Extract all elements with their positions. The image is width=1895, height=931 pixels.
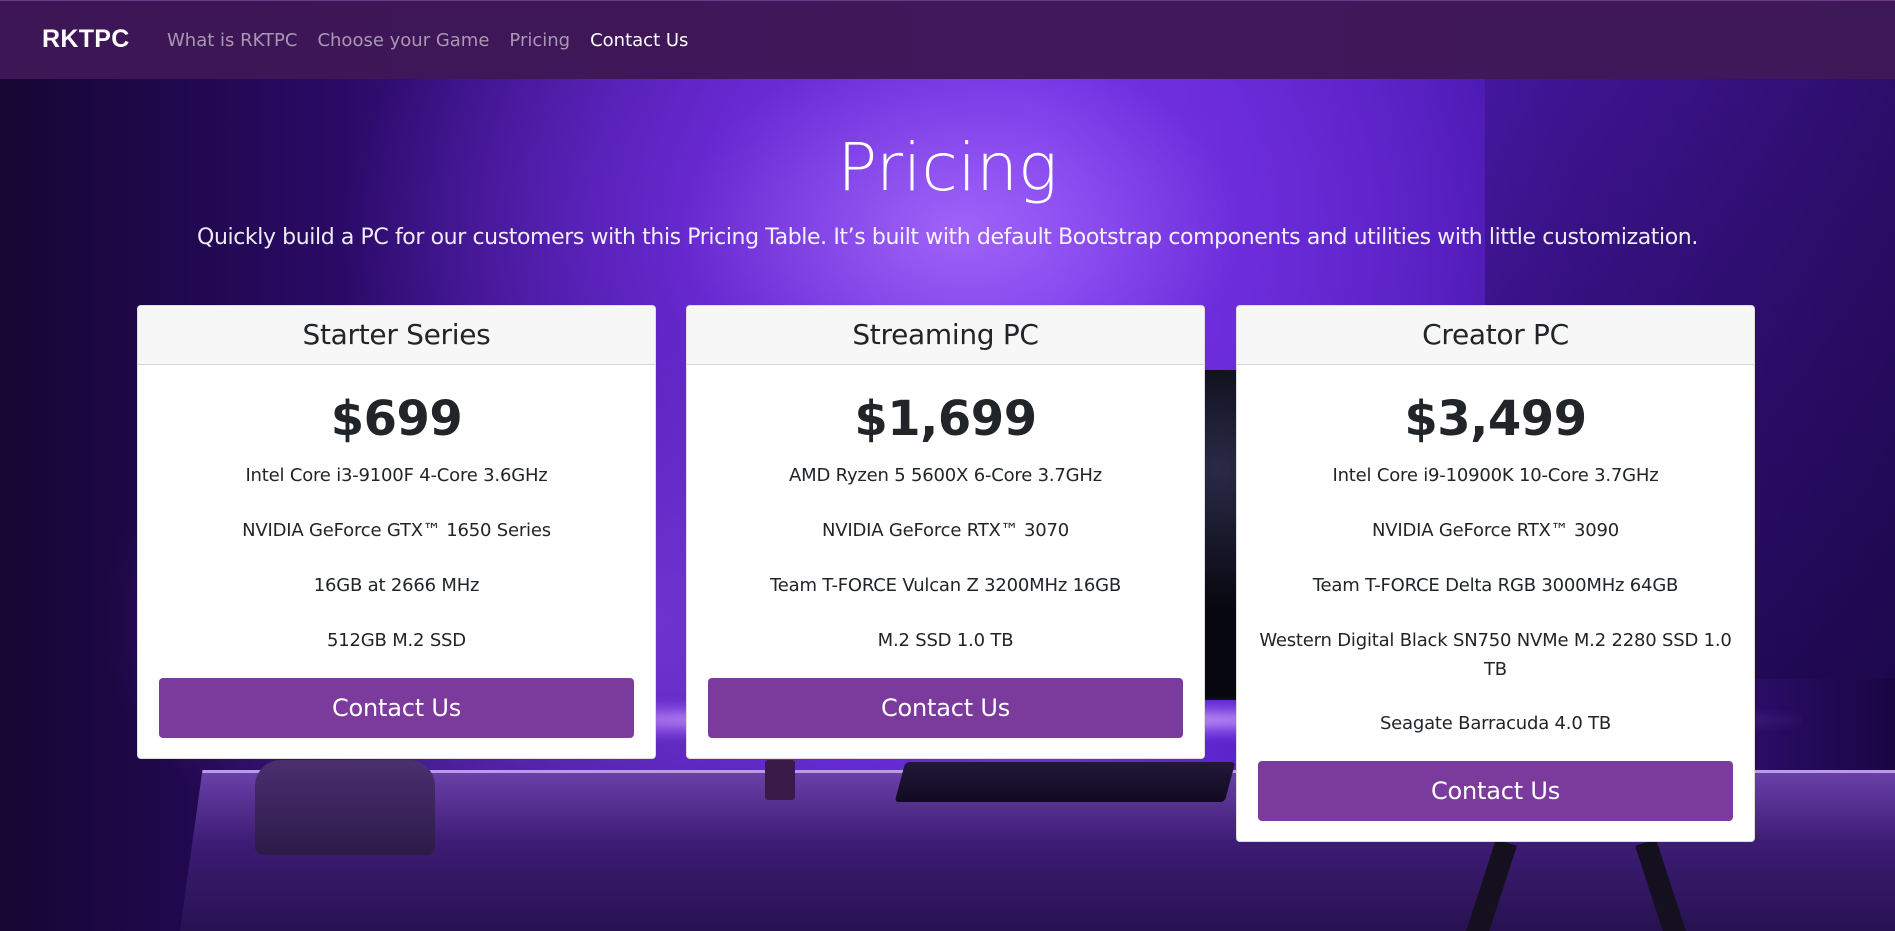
feature-item: Intel Core i3-9100F 4-Core 3.6GHz (245, 465, 548, 486)
feature-item: Team T-FORCE Delta RGB 3000MHz 64GB (1312, 575, 1679, 596)
contact-us-button[interactable]: Contact Us (1258, 761, 1733, 821)
nav-links: What is RKTPC Choose your Game Pricing C… (167, 29, 698, 53)
feature-item: 512GB M.2 SSD (327, 630, 466, 651)
pricing-card-starter: Starter Series $699 Intel Core i3-9100F … (137, 305, 656, 759)
card-body: $1,699 AMD Ryzen 5 5600X 6-Core 3.7GHz N… (687, 365, 1204, 758)
nav-link-choose-your-game[interactable]: Choose your Game (307, 29, 499, 53)
background-keyboard (894, 762, 1236, 802)
feature-item: M.2 SSD 1.0 TB (877, 630, 1014, 651)
card-price: $3,499 (1404, 391, 1587, 447)
feature-item: AMD Ryzen 5 5600X 6-Core 3.7GHz (789, 465, 1102, 486)
brand-logo[interactable]: RKTPC (42, 25, 130, 54)
nav-link-what-is-rktpc[interactable]: What is RKTPC (167, 29, 307, 53)
page-title: Pricing (837, 129, 1058, 206)
card-body: $3,499 Intel Core i9-10900K 10-Core 3.7G… (1237, 365, 1754, 841)
card-title: Creator PC (1237, 306, 1754, 365)
card-price: $699 (330, 391, 463, 447)
feature-item: NVIDIA GeForce RTX™ 3090 (1372, 520, 1619, 541)
feature-item: NVIDIA GeForce GTX™ 1650 Series (242, 520, 551, 541)
feature-list: Intel Core i9-10900K 10-Core 3.7GHz NVID… (1258, 461, 1733, 739)
card-title: Starter Series (138, 306, 655, 365)
pricing-card-creator: Creator PC $3,499 Intel Core i9-10900K 1… (1236, 305, 1755, 842)
feature-item: Western Digital Black SN750 NVMe M.2 228… (1259, 630, 1732, 680)
nav-link-pricing[interactable]: Pricing (499, 29, 580, 53)
background-mug (765, 760, 795, 800)
feature-list: AMD Ryzen 5 5600X 6-Core 3.7GHz NVIDIA G… (708, 461, 1183, 656)
nav-link-contact-us[interactable]: Contact Us (580, 29, 698, 53)
feature-item: Intel Core i9-10900K 10-Core 3.7GHz (1332, 465, 1659, 486)
feature-item: Seagate Barracuda 4.0 TB (1379, 713, 1612, 734)
feature-item: 16GB at 2666 MHz (313, 575, 480, 596)
background-speaker (255, 760, 435, 855)
feature-item: Team T-FORCE Vulcan Z 3200MHz 16GB (770, 575, 1121, 596)
contact-us-button[interactable]: Contact Us (159, 678, 634, 738)
card-title: Streaming PC (687, 306, 1204, 365)
feature-list: Intel Core i3-9100F 4-Core 3.6GHz NVIDIA… (159, 461, 634, 656)
card-price: $1,699 (854, 391, 1037, 447)
page-subtitle: Quickly build a PC for our customers wit… (197, 225, 1698, 250)
card-body: $699 Intel Core i3-9100F 4-Core 3.6GHz N… (138, 365, 655, 758)
pricing-card-streaming: Streaming PC $1,699 AMD Ryzen 5 5600X 6-… (686, 305, 1205, 759)
top-navbar: RKTPC What is RKTPC Choose your Game Pri… (0, 0, 1895, 79)
feature-item: NVIDIA GeForce RTX™ 3070 (822, 520, 1069, 541)
contact-us-button[interactable]: Contact Us (708, 678, 1183, 738)
